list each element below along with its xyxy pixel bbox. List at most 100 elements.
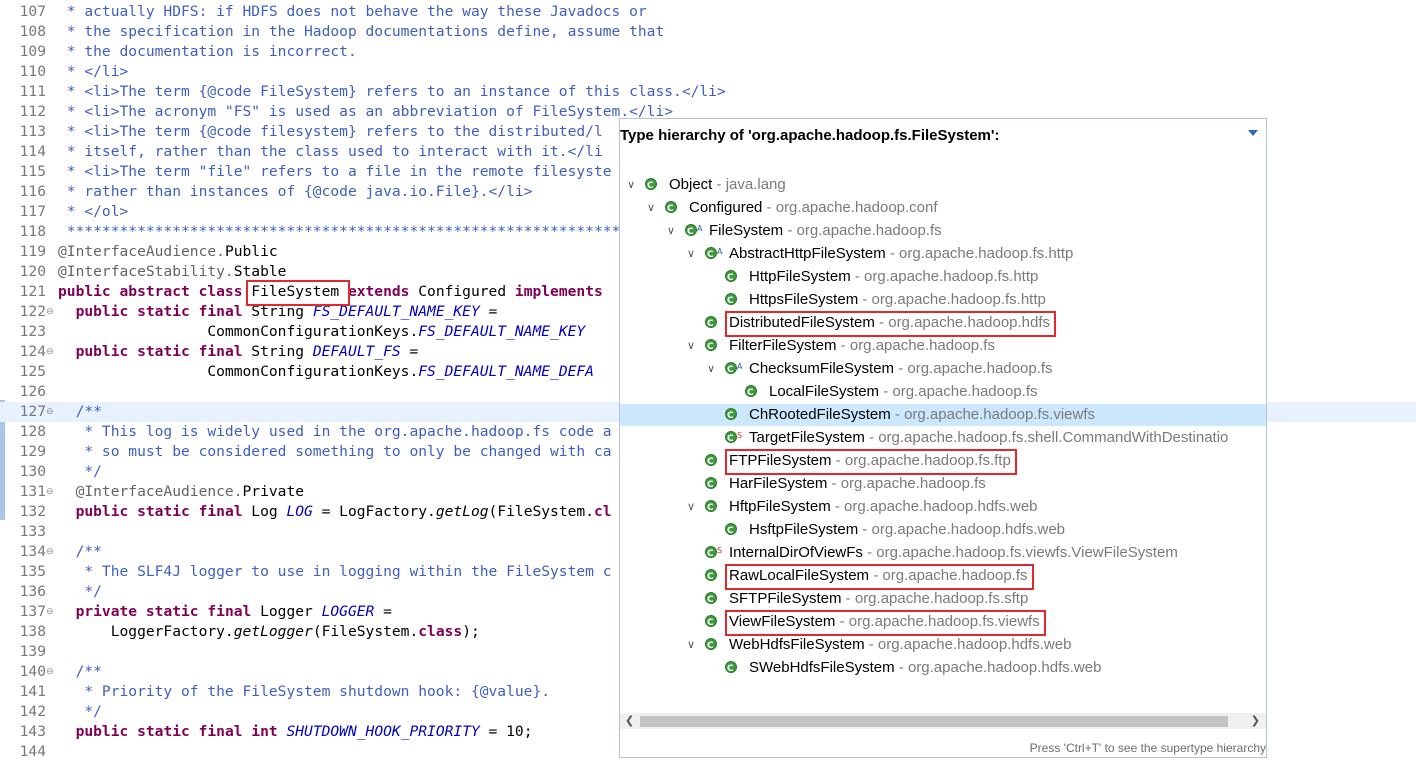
code-text: */ bbox=[58, 583, 102, 600]
line-number: 140 bbox=[19, 663, 46, 680]
expand-toggle-icon[interactable]: ∨ bbox=[647, 197, 655, 219]
line-number: 136 bbox=[19, 583, 46, 600]
hierarchy-item[interactable]: ∨ A ChecksumFileSystem - org.apache.hadoop… bbox=[620, 358, 1266, 381]
hierarchy-item[interactable]: ∨ A AbstractHttpFileSystem - org.apache.ha… bbox=[620, 243, 1266, 266]
code-line[interactable]: 109 * the documentation is incorrect. bbox=[0, 42, 1416, 62]
class-name: ChecksumFileSystem - org.apache.hadoop.f… bbox=[749, 360, 1053, 377]
class-name: HttpsFileSystem - org.apache.hadoop.fs.h… bbox=[749, 291, 1046, 308]
code-text: * <li>The term "file" refers to a file i… bbox=[58, 163, 612, 180]
expand-toggle-icon[interactable]: ∨ bbox=[707, 358, 715, 380]
class-name: WebHdfsFileSystem - org.apache.hadoop.hd… bbox=[729, 636, 1072, 653]
line-number: 137 bbox=[19, 603, 46, 620]
code-text: * so must be considered something to onl… bbox=[58, 443, 612, 460]
code-text: * <li>The term {@code filesystem} refers… bbox=[58, 123, 603, 140]
type-hierarchy-popup[interactable]: Type hierarchy of 'org.apache.hadoop.fs.… bbox=[619, 118, 1267, 758]
hierarchy-item[interactable]: HarFileSystem - org.apache.hadoop.fs bbox=[620, 473, 1266, 496]
abstract-modifier-icon: A bbox=[737, 362, 743, 371]
expand-toggle-icon[interactable]: ∨ bbox=[687, 496, 695, 518]
hierarchy-item[interactable]: ChRootedFileSystem - org.apache.hadoop.f… bbox=[620, 404, 1266, 427]
class-name: InternalDirOfViewFs - org.apache.hadoop.… bbox=[729, 544, 1178, 561]
fold-toggle-icon[interactable]: ⊖ bbox=[46, 662, 54, 682]
class-icon bbox=[685, 221, 697, 243]
class-name: HftpFileSystem - org.apache.hadoop.hdfs.… bbox=[729, 498, 1038, 515]
hierarchy-item[interactable]: ∨ Configured - org.apache.hadoop.conf bbox=[620, 197, 1266, 220]
highlight-box bbox=[725, 449, 1017, 475]
code-text: */ bbox=[58, 463, 102, 480]
fold-toggle-icon[interactable]: ⊖ bbox=[46, 302, 54, 322]
hierarchy-item[interactable]: HsftpFileSystem - org.apache.hadoop.hdfs… bbox=[620, 519, 1266, 542]
expand-toggle-icon[interactable]: ∨ bbox=[687, 634, 695, 656]
line-number: 125 bbox=[19, 363, 46, 380]
expand-toggle-icon[interactable]: ∨ bbox=[687, 243, 695, 265]
hierarchy-item[interactable]: SWebHdfsFileSystem - org.apache.hadoop.h… bbox=[620, 657, 1266, 680]
line-number: 127 bbox=[19, 403, 46, 420]
line-number: 107 bbox=[19, 3, 46, 20]
highlight-box-filesystem-class bbox=[246, 280, 350, 306]
line-number: 119 bbox=[19, 243, 46, 260]
code-line[interactable]: 108 * the specification in the Hadoop do… bbox=[0, 22, 1416, 42]
popup-title: Type hierarchy of 'org.apache.hadoop.fs.… bbox=[620, 127, 1000, 144]
hierarchy-item[interactable]: ∨ FilterFileSystem - org.apache.hadoop.fs bbox=[620, 335, 1266, 358]
code-text: CommonConfigurationKeys.FS_DEFAULT_NAME_… bbox=[58, 363, 594, 380]
hierarchy-item[interactable]: S TargetFileSystem - org.apache.hadoop.fs… bbox=[620, 427, 1266, 450]
highlight-box bbox=[725, 311, 1056, 337]
class-icon bbox=[705, 589, 717, 611]
expand-toggle-icon[interactable]: ∨ bbox=[667, 220, 675, 242]
hierarchy-item[interactable]: S InternalDirOfViewFs - org.apache.hadoop… bbox=[620, 542, 1266, 565]
code-line[interactable]: 111 * <li>The term {@code FileSystem} re… bbox=[0, 82, 1416, 102]
hierarchy-item[interactable]: LocalFileSystem - org.apache.hadoop.fs bbox=[620, 381, 1266, 404]
scroll-right-icon[interactable]: ❯ bbox=[1251, 714, 1260, 727]
code-text: * This log is widely used in the org.apa… bbox=[58, 423, 612, 440]
scrollbar-thumb[interactable] bbox=[640, 716, 1228, 727]
fold-toggle-icon[interactable]: ⊖ bbox=[46, 602, 54, 622]
class-name: HarFileSystem - org.apache.hadoop.fs bbox=[729, 475, 986, 492]
code-text: */ bbox=[58, 703, 102, 720]
highlight-box bbox=[725, 610, 1046, 636]
class-icon bbox=[705, 612, 717, 634]
code-line[interactable]: 110 * </li> bbox=[0, 62, 1416, 82]
line-number: 135 bbox=[19, 563, 46, 580]
expand-toggle-icon[interactable]: ∨ bbox=[627, 174, 635, 196]
class-icon bbox=[725, 267, 737, 289]
class-icon bbox=[725, 290, 737, 312]
code-text: * the specification in the Hadoop docume… bbox=[58, 23, 665, 40]
view-menu-icon[interactable] bbox=[1248, 130, 1258, 136]
fold-toggle-icon[interactable]: ⊖ bbox=[46, 542, 54, 562]
fold-toggle-icon[interactable]: ⊖ bbox=[46, 482, 54, 502]
hierarchy-item[interactable]: HttpsFileSystem - org.apache.hadoop.fs.h… bbox=[620, 289, 1266, 312]
hierarchy-item[interactable]: SFTPFileSystem - org.apache.hadoop.fs.sf… bbox=[620, 588, 1266, 611]
horizontal-scrollbar[interactable]: ❮ ❯ bbox=[620, 713, 1266, 729]
line-number: 114 bbox=[19, 143, 46, 160]
hierarchy-item[interactable]: ∨ A FileSystem - org.apache.hadoop.fs bbox=[620, 220, 1266, 243]
code-text: @InterfaceAudience.Public bbox=[58, 243, 278, 260]
code-text: * actually HDFS: if HDFS does not behave… bbox=[58, 3, 647, 20]
class-name: FilterFileSystem - org.apache.hadoop.fs bbox=[729, 337, 995, 354]
code-text: * <li>The term {@code FileSystem} refers… bbox=[58, 83, 726, 100]
expand-toggle-icon[interactable]: ∨ bbox=[687, 335, 695, 357]
code-text: LoggerFactory.getLogger(FileSystem.class… bbox=[58, 623, 480, 640]
line-number: 132 bbox=[19, 503, 46, 520]
hierarchy-item[interactable]: ∨ HftpFileSystem - org.apache.hadoop.hdfs… bbox=[620, 496, 1266, 519]
scroll-left-icon[interactable]: ❮ bbox=[625, 714, 634, 727]
line-number: 113 bbox=[19, 123, 46, 140]
line-number: 130 bbox=[19, 463, 46, 480]
class-name: LocalFileSystem - org.apache.hadoop.fs bbox=[769, 383, 1038, 400]
line-number: 142 bbox=[19, 703, 46, 720]
code-text: * rather than instances of {@code java.i… bbox=[58, 183, 533, 200]
class-icon bbox=[725, 658, 737, 680]
class-name: TargetFileSystem - org.apache.hadoop.fs.… bbox=[749, 429, 1229, 446]
class-name: AbstractHttpFileSystem - org.apache.hado… bbox=[729, 245, 1074, 262]
line-number: 117 bbox=[19, 203, 46, 220]
class-name: Object - java.lang bbox=[669, 176, 786, 193]
hierarchy-item[interactable]: ∨ Object - java.lang bbox=[620, 174, 1266, 197]
code-text: * </li> bbox=[58, 63, 129, 80]
hierarchy-item[interactable]: HttpFileSystem - org.apache.hadoop.fs.ht… bbox=[620, 266, 1266, 289]
abstract-modifier-icon: A bbox=[697, 224, 703, 233]
code-text: CommonConfigurationKeys.FS_DEFAULT_NAME_… bbox=[58, 323, 586, 340]
code-line[interactable]: 107 * actually HDFS: if HDFS does not be… bbox=[0, 2, 1416, 22]
fold-toggle-icon[interactable]: ⊖ bbox=[46, 342, 54, 362]
hierarchy-item[interactable]: ∨ WebHdfsFileSystem - org.apache.hadoop.h… bbox=[620, 634, 1266, 657]
fold-toggle-icon[interactable]: ⊖ bbox=[46, 402, 54, 422]
code-text: * The SLF4J logger to use in logging wit… bbox=[58, 563, 612, 580]
popup-footer-hint: Press 'Ctrl+T' to see the supertype hier… bbox=[1029, 741, 1266, 755]
